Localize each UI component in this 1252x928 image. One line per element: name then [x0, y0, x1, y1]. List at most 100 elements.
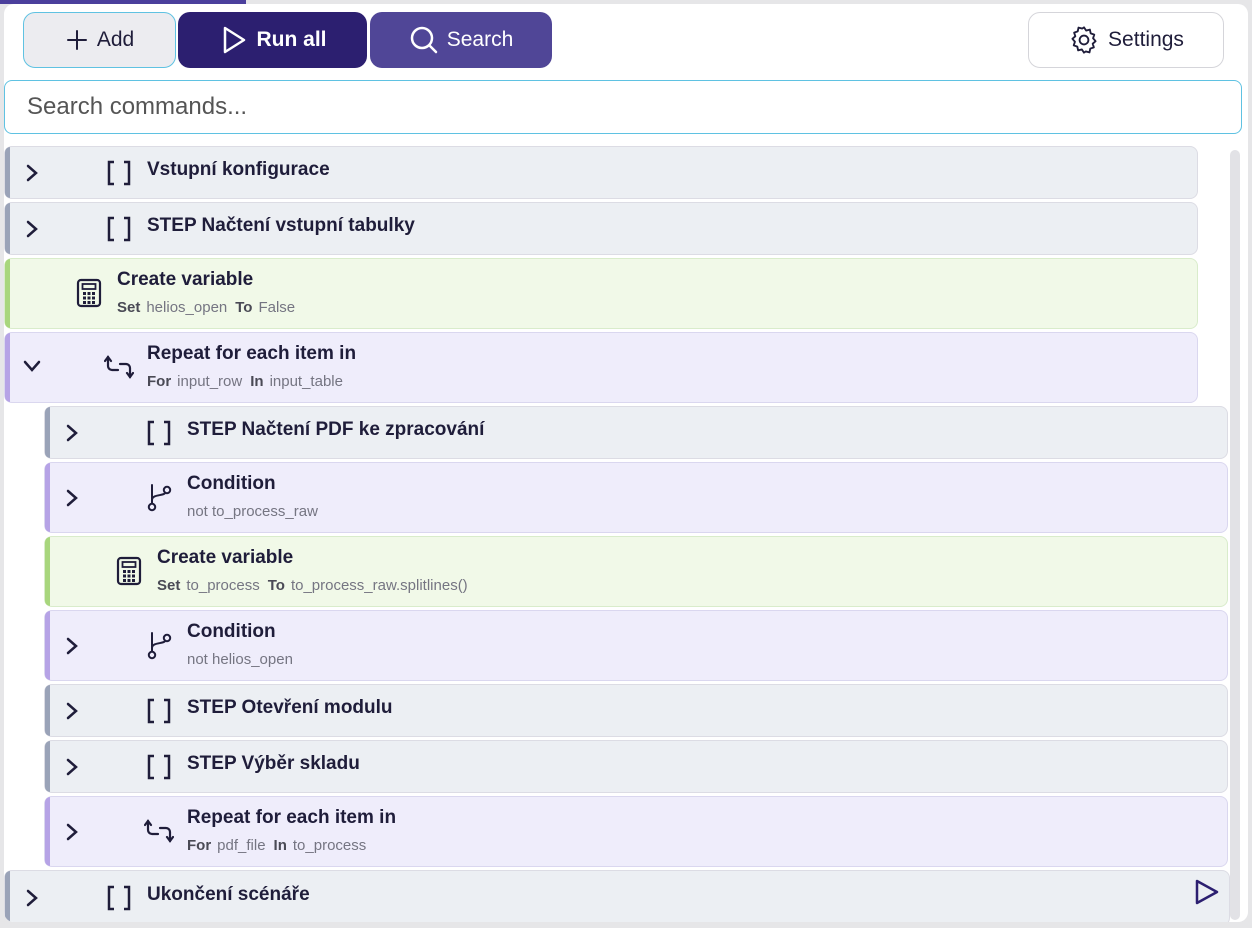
command-title: Vstupní konfigurace: [147, 159, 330, 180]
search-button[interactable]: Search: [370, 12, 552, 68]
settings-button-label: Settings: [1108, 28, 1184, 51]
param-key: Set: [157, 577, 181, 594]
command-row[interactable]: STEP Výběr skladu: [44, 740, 1228, 793]
command-row[interactable]: STEP Otevření modulu: [44, 684, 1228, 737]
param-key: To: [267, 577, 285, 594]
chevron-right-icon[interactable]: [59, 819, 85, 845]
brackets-icon: [143, 751, 175, 783]
branch-icon: [143, 481, 175, 513]
calculator-icon: [113, 555, 145, 587]
param-value: False: [258, 299, 296, 316]
row-stripe: [5, 203, 10, 254]
gear-icon: [1071, 26, 1097, 54]
command-title: Repeat for each item in: [187, 807, 397, 828]
toolbar: Add Run all Search Settings: [4, 4, 1248, 76]
param-value: to_process: [186, 577, 260, 594]
command-title: Create variable: [157, 547, 294, 568]
plus-icon: [66, 30, 87, 50]
param-key: Set: [117, 299, 141, 316]
row-stripe: [45, 407, 50, 458]
command-title: STEP Výběr skladu: [187, 753, 360, 774]
row-stripe: [45, 797, 50, 866]
param-key: In: [250, 373, 264, 390]
row-stripe: [45, 741, 50, 792]
brackets-icon: [143, 695, 175, 727]
row-stripe: [5, 333, 10, 402]
row-stripe: [45, 685, 50, 736]
brackets-icon: [103, 213, 135, 245]
loop-icon: [143, 815, 175, 847]
scrollbar[interactable]: [1230, 150, 1240, 920]
chevron-right-icon[interactable]: [59, 420, 85, 446]
chevron-right-icon[interactable]: [19, 160, 45, 186]
run-all-button-label: Run all: [256, 28, 327, 51]
command-title: Create variable: [117, 269, 254, 290]
run-step-button[interactable]: [1191, 877, 1221, 912]
row-stripe: [5, 147, 10, 198]
brackets-icon: [103, 157, 135, 189]
chevron-down-icon[interactable]: [19, 353, 45, 379]
app-frame: Add Run all Search Settings Search comma…: [0, 0, 1252, 928]
settings-button[interactable]: Settings: [1028, 12, 1224, 68]
param-value: to_process_raw.splitlines(): [290, 577, 468, 594]
param-key: To: [235, 299, 253, 316]
row-stripe: [45, 463, 50, 532]
command-row[interactable]: Vstupní konfigurace: [4, 146, 1198, 199]
command-row[interactable]: Repeat for each item in For pdf_file In to_…: [44, 796, 1228, 867]
command-row[interactable]: Repeat for each item in For input_row In in…: [4, 332, 1198, 403]
add-button[interactable]: Add: [23, 12, 176, 68]
chevron-right-icon[interactable]: [19, 885, 45, 911]
row-stripe: [45, 537, 50, 606]
command-params: For pdf_file In to_process: [187, 837, 374, 854]
commands-panel: Add Run all Search Settings Search comma…: [4, 4, 1248, 922]
row-stripe: [5, 871, 10, 922]
calculator-icon: [73, 277, 105, 309]
command-title: Repeat for each item in: [147, 343, 357, 364]
play-icon: [224, 26, 246, 54]
param-key: In: [273, 837, 287, 854]
row-stripe: [45, 611, 50, 680]
command-title: Ukončení scénáře: [147, 884, 310, 905]
chevron-right-icon[interactable]: [59, 698, 85, 724]
chevron-right-icon[interactable]: [59, 754, 85, 780]
command-row[interactable]: Create variable Set to_process To to_proces…: [44, 536, 1228, 607]
command-title: Condition: [187, 621, 276, 642]
param-value: input_row: [177, 373, 243, 390]
loop-icon: [103, 351, 135, 383]
command-list: Vstupní konfigurace STEP Načtení vstupní…: [4, 146, 1230, 922]
command-title: Condition: [187, 473, 276, 494]
param-value: input_table: [269, 373, 343, 390]
command-title: STEP Načtení vstupní tabulky: [147, 215, 415, 236]
brackets-icon: [103, 882, 135, 914]
param-value: helios_open: [146, 299, 228, 316]
command-params: Set to_process To to_process_raw.splitlines…: [157, 577, 476, 594]
row-stripe: [5, 259, 10, 328]
param-value: pdf_file: [217, 837, 266, 854]
chevron-right-icon[interactable]: [59, 633, 85, 659]
param-value: to_process: [292, 837, 367, 854]
brackets-icon: [143, 417, 175, 449]
add-button-label: Add: [96, 28, 135, 51]
param-key: For: [187, 837, 212, 854]
command-row[interactable]: Create variable Set helios_open To False: [4, 258, 1198, 329]
command-row[interactable]: STEP Načtení PDF ke zpracování: [44, 406, 1228, 459]
search-icon: [410, 26, 437, 54]
search-input[interactable]: [27, 93, 1241, 121]
chevron-right-icon[interactable]: [59, 485, 85, 511]
command-row[interactable]: STEP Načtení vstupní tabulky: [4, 202, 1198, 255]
command-params: For input_row In input_table: [147, 373, 351, 390]
command-row[interactable]: Ukončení scénáře: [4, 870, 1230, 922]
condition-expression: not to_process_raw: [187, 503, 318, 520]
command-row[interactable]: Condition not helios_open: [44, 610, 1228, 681]
command-row[interactable]: Condition not to_process_raw: [44, 462, 1228, 533]
condition-expression: not helios_open: [187, 651, 293, 668]
command-params: Set helios_open To False: [117, 299, 303, 316]
command-title: STEP Načtení PDF ke zpracování: [187, 419, 485, 440]
chevron-right-icon[interactable]: [19, 216, 45, 242]
search-field[interactable]: [4, 80, 1242, 134]
branch-icon: [143, 629, 175, 661]
param-key: For: [147, 373, 172, 390]
search-button-label: Search: [446, 28, 514, 51]
run-all-button[interactable]: Run all: [178, 12, 367, 68]
command-title: STEP Otevření modulu: [187, 697, 393, 718]
